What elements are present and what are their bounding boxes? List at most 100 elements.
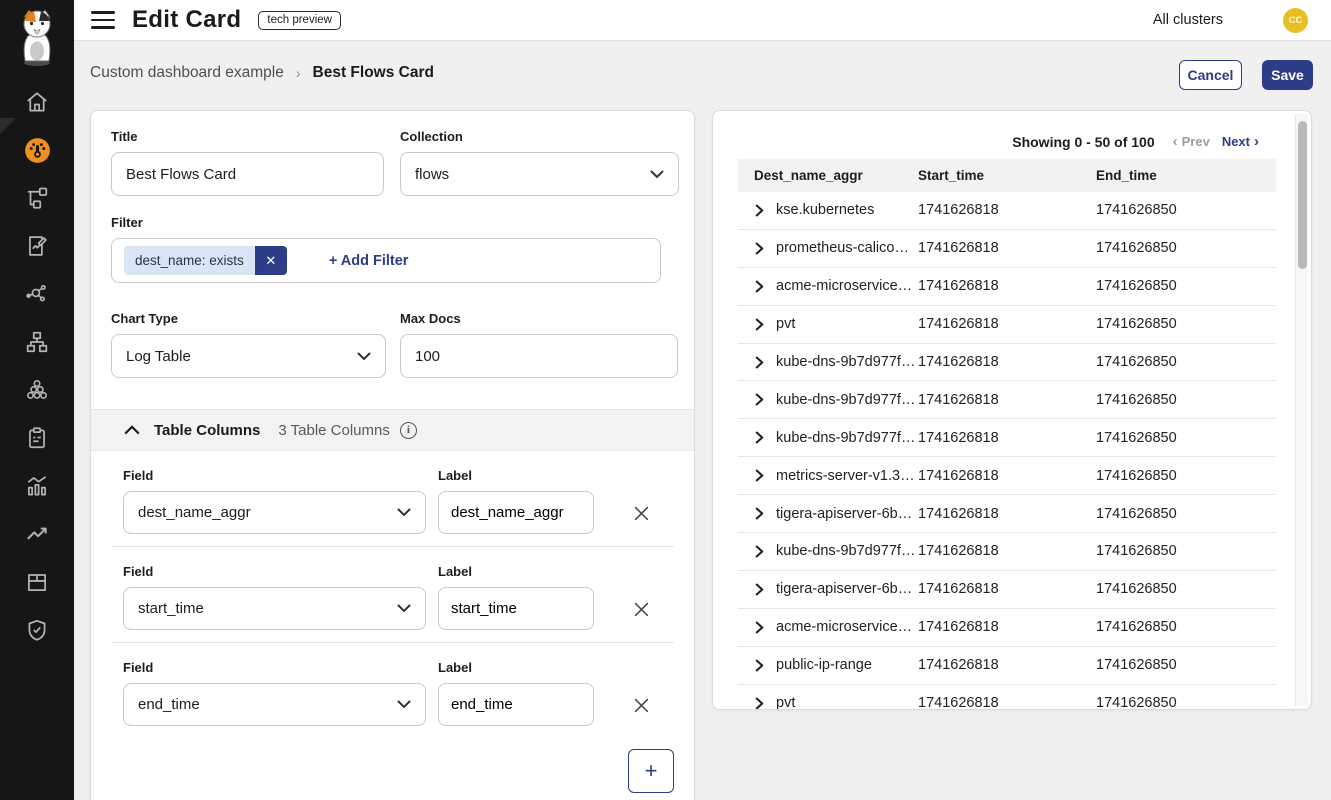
column-editor-row: Fieldstart_timeLabel (111, 547, 674, 643)
logs-icon[interactable] (0, 472, 74, 500)
filter-chip-remove-button[interactable]: ✕ (255, 246, 287, 275)
start-time-cell: 1741626818 (918, 430, 1096, 446)
expand-row-chevron-icon[interactable] (754, 659, 765, 672)
expand-row-chevron-icon[interactable] (754, 356, 765, 369)
expand-row-chevron-icon[interactable] (754, 697, 765, 710)
save-button[interactable]: Save (1262, 60, 1313, 90)
expand-row-chevron-icon[interactable] (754, 242, 765, 255)
sidebar-notch-decoration (0, 118, 16, 134)
label-input[interactable] (438, 683, 594, 726)
avatar[interactable]: CC (1283, 8, 1308, 33)
network-topology-icon[interactable] (0, 328, 74, 356)
expand-row-chevron-icon[interactable] (754, 507, 765, 520)
expand-row-chevron-icon[interactable] (754, 280, 765, 293)
clusters-icon[interactable] (0, 376, 74, 404)
expand-row-chevron-icon[interactable] (754, 469, 765, 482)
remove-column-button[interactable] (627, 595, 655, 623)
table-row[interactable]: tigera-apiserver-6b…17416268181741626850 (738, 495, 1276, 533)
add-column-button[interactable]: + (628, 749, 674, 793)
dest-name-cell: acme-microservice… (776, 619, 912, 635)
breadcrumb-separator: › (296, 65, 301, 81)
label-label: Label (438, 564, 472, 579)
table-row[interactable]: metrics-server-v1.3…17416268181741626850 (738, 457, 1276, 495)
table-row[interactable]: pvt17416268181741626850 (738, 306, 1276, 344)
next-page-button[interactable]: Next › (1222, 133, 1263, 150)
pagination-showing-text: Showing 0 - 50 of 100 (1012, 134, 1154, 150)
dest-name-cell: kube-dns-9b7d977f… (776, 430, 915, 446)
info-icon: i (400, 422, 417, 439)
table-row[interactable]: pvt17416268181741626850 (738, 685, 1276, 710)
end-time-cell: 1741626850 (1096, 202, 1276, 218)
remove-column-button[interactable] (627, 499, 655, 527)
field-select[interactable]: start_time (123, 587, 426, 630)
dest-name-cell: kube-dns-9b7d977f… (776, 354, 915, 370)
field-value: dest_name_aggr (138, 504, 251, 521)
scrollbar-thumb[interactable] (1298, 121, 1307, 269)
column-header-start-time: Start_time (918, 168, 1096, 183)
table-row[interactable]: tigera-apiserver-6b…17416268181741626850 (738, 571, 1276, 609)
home-icon[interactable] (0, 88, 74, 116)
breadcrumb-parent-link[interactable]: Custom dashboard example (90, 64, 284, 82)
scrollbar-track[interactable] (1295, 114, 1308, 706)
preview-table: Dest_name_aggr Start_time End_time kse.k… (738, 159, 1276, 710)
chart-type-label: Chart Type (111, 311, 178, 326)
security-icon[interactable] (0, 616, 74, 644)
expand-row-chevron-icon[interactable] (754, 621, 765, 634)
dashboards-icon-active[interactable] (0, 136, 74, 164)
remove-column-button[interactable] (627, 691, 655, 719)
flow-visualization-icon[interactable] (0, 280, 74, 308)
service-graph-icon[interactable] (0, 184, 74, 212)
table-columns-count: 3 Table Columns (278, 422, 389, 439)
add-filter-link[interactable]: + Add Filter (329, 253, 409, 269)
max-docs-input[interactable] (400, 334, 678, 378)
expand-row-chevron-icon[interactable] (754, 393, 765, 406)
filter-box[interactable]: dest_name: exists ✕ + Add Filter (111, 238, 661, 283)
table-row[interactable]: kube-dns-9b7d977f…17416268181741626850 (738, 533, 1276, 571)
filter-label: Filter (111, 215, 143, 230)
compliance-icon[interactable] (0, 424, 74, 452)
table-row[interactable]: kube-dns-9b7d977f…17416268181741626850 (738, 381, 1276, 419)
calico-logo-icon[interactable] (14, 8, 60, 68)
cancel-button[interactable]: Cancel (1179, 60, 1242, 90)
packages-icon[interactable] (0, 568, 74, 596)
label-input[interactable] (438, 587, 594, 630)
start-time-cell: 1741626818 (918, 202, 1096, 218)
topbar: Edit Card tech preview All clusters CC (74, 0, 1331, 41)
hamburger-menu-icon[interactable] (91, 11, 115, 29)
prev-page-button[interactable]: ‹ Prev (1169, 133, 1210, 150)
table-row[interactable]: kse.kubernetes17416268181741626850 (738, 192, 1276, 230)
table-row[interactable]: public-ip-range17416268181741626850 (738, 647, 1276, 685)
end-time-cell: 1741626850 (1096, 506, 1276, 522)
dest-name-cell: prometheus-calico… (776, 240, 909, 256)
table-row[interactable]: kube-dns-9b7d977f…17416268181741626850 (738, 419, 1276, 457)
table-row[interactable]: acme-microservice…17416268181741626850 (738, 268, 1276, 306)
expand-row-chevron-icon[interactable] (754, 204, 765, 217)
start-time-cell: 1741626818 (918, 657, 1096, 673)
table-columns-section-header[interactable]: Table Columns 3 Table Columns i (91, 409, 694, 451)
collection-select[interactable]: flows (400, 152, 679, 196)
tech-preview-badge: tech preview (258, 11, 341, 30)
expand-row-chevron-icon[interactable] (754, 545, 765, 558)
collection-value: flows (415, 166, 449, 183)
pagination: Showing 0 - 50 of 100 ‹ Prev Next › (1012, 133, 1263, 150)
breadcrumb: Custom dashboard example › Best Flows Ca… (90, 64, 434, 82)
end-time-cell: 1741626850 (1096, 581, 1276, 597)
chevron-right-icon: › (1254, 133, 1259, 150)
expand-row-chevron-icon[interactable] (754, 583, 765, 596)
dest-name-cell: pvt (776, 316, 795, 332)
table-row[interactable]: prometheus-calico…17416268181741626850 (738, 230, 1276, 268)
start-time-cell: 1741626818 (918, 619, 1096, 635)
trends-icon[interactable] (0, 520, 74, 548)
table-row[interactable]: kube-dns-9b7d977f…17416268181741626850 (738, 344, 1276, 382)
expand-row-chevron-icon[interactable] (754, 318, 765, 331)
field-select[interactable]: dest_name_aggr (123, 491, 426, 534)
reports-icon[interactable] (0, 232, 74, 260)
label-input[interactable] (438, 491, 594, 534)
field-select[interactable]: end_time (123, 683, 426, 726)
chart-type-select[interactable]: Log Table (111, 334, 386, 378)
table-row[interactable]: acme-microservice…17416268181741626850 (738, 609, 1276, 647)
chevron-down-icon (397, 508, 411, 517)
title-input[interactable] (111, 152, 384, 196)
expand-row-chevron-icon[interactable] (754, 431, 765, 444)
cluster-selector[interactable]: All clusters (1153, 12, 1223, 28)
